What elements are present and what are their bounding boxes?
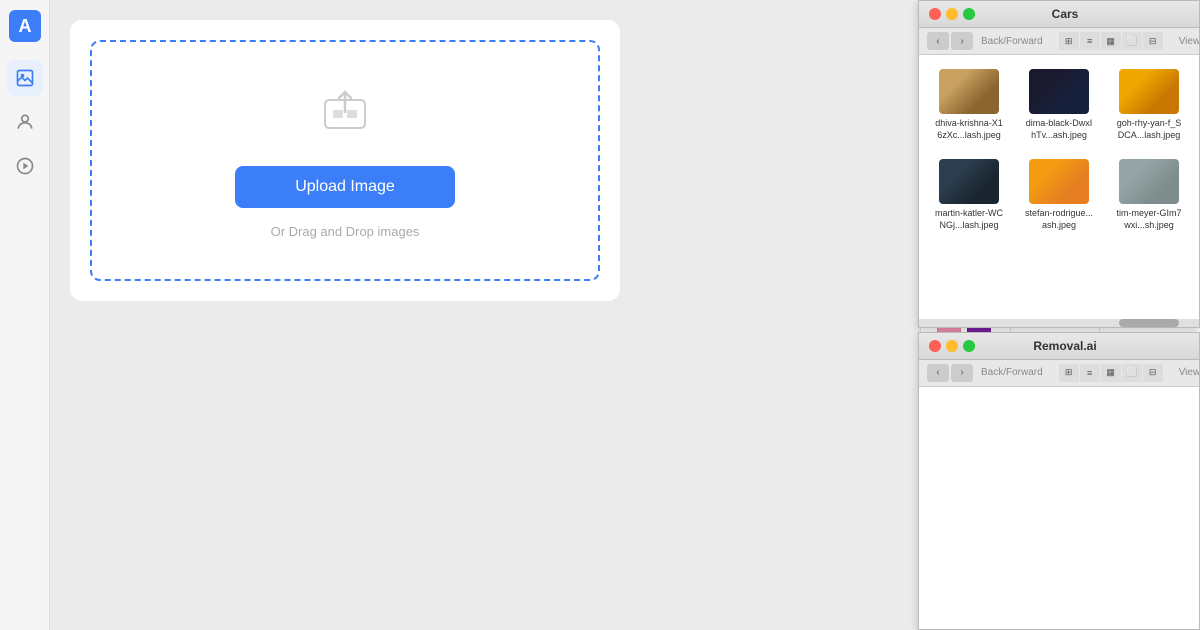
finder-toolbar-cars: ‹ › Back/Forward ⊞ ≡ ▦ ⬜ ⊟ View Group Ac…	[919, 28, 1199, 55]
finder-scrollbar-cars[interactable]	[919, 319, 1199, 327]
list-item[interactable]: martin-katler-WCNGj...lash.jpeg	[929, 155, 1009, 235]
finder-view-icon-cars[interactable]: ⊞	[1059, 32, 1079, 50]
svg-text:A: A	[18, 16, 31, 36]
upload-icon	[317, 82, 373, 150]
finder-view-cov-cars[interactable]: ⬜	[1122, 32, 1142, 50]
finder-window-cars: Cars ‹ › Back/Forward ⊞ ≡ ▦ ⬜ ⊟ View Gro…	[918, 0, 1200, 328]
app-logo[interactable]: A	[9, 10, 41, 42]
finder-title-removal: Removal.ai	[941, 339, 1189, 353]
file-name: stefan-rodrigue...ash.jpeg	[1024, 208, 1094, 231]
file-name: tim-meyer-GIm7wxi...sh.jpeg	[1114, 208, 1184, 231]
finder-content-removal	[919, 387, 1199, 629]
finder-nav-label-removal: Back/Forward	[981, 367, 1043, 378]
sidebar-item-images[interactable]	[7, 60, 43, 96]
finder-view-label-cars: View	[1179, 36, 1200, 47]
finder-title-cars: Cars	[941, 7, 1189, 21]
finder-view-label-removal: View	[1179, 367, 1200, 378]
sidebar-item-people[interactable]	[7, 104, 43, 140]
file-name: dima-black-DwxIhTv...ash.jpeg	[1024, 118, 1094, 141]
file-thumbnail	[1119, 69, 1179, 114]
list-item[interactable]: dima-black-DwxIhTv...ash.jpeg	[1019, 65, 1099, 145]
finder-forward-btn-removal[interactable]: ›	[951, 364, 973, 382]
list-item[interactable]: goh-rhy-yan-f_SDCA...lash.jpeg	[1109, 65, 1189, 145]
close-button-removal[interactable]	[929, 340, 941, 352]
file-grid-cars: dhiva-krishna-X16zXc...lash.jpeg dima-bl…	[929, 65, 1189, 236]
finder-titlebar-removal: Removal.ai	[919, 333, 1199, 360]
finder-view-list-removal[interactable]: ≡	[1080, 364, 1100, 382]
file-thumbnail	[1029, 159, 1089, 204]
finder-view-list-cars[interactable]: ≡	[1080, 32, 1100, 50]
upload-container: Upload Image Or Drag and Drop images	[70, 20, 620, 301]
drag-drop-text: Or Drag and Drop images	[271, 224, 420, 239]
finder-view-gal-removal[interactable]: ⊟	[1143, 364, 1163, 382]
file-name: martin-katler-WCNGj...lash.jpeg	[934, 208, 1004, 231]
file-name: goh-rhy-yan-f_SDCA...lash.jpeg	[1114, 118, 1184, 141]
finder-forward-btn-cars[interactable]: ›	[951, 32, 973, 50]
sidebar: A	[0, 0, 50, 630]
finder-windows: Cars ‹ › Back/Forward ⊞ ≡ ▦ ⬜ ⊟ View Gro…	[918, 0, 1200, 630]
finder-content-cars: dhiva-krishna-X16zXc...lash.jpeg dima-bl…	[919, 55, 1199, 319]
close-button-cars[interactable]	[929, 8, 941, 20]
finder-view-col-cars[interactable]: ▦	[1101, 32, 1121, 50]
finder-toolbar-removal: ‹ › Back/Forward ⊞ ≡ ▦ ⬜ ⊟ View Group Ac…	[919, 360, 1199, 387]
finder-view-cov-removal[interactable]: ⬜	[1122, 364, 1142, 382]
finder-nav-cars: ‹ ›	[927, 32, 973, 50]
finder-scrollbar-thumb-cars	[1119, 319, 1179, 327]
file-name: dhiva-krishna-X16zXc...lash.jpeg	[934, 118, 1004, 141]
sidebar-item-play[interactable]	[7, 148, 43, 184]
file-thumbnail	[1119, 159, 1179, 204]
main-area: Upload Image Or Drag and Drop images	[50, 0, 920, 630]
finder-view-gal-cars[interactable]: ⊟	[1143, 32, 1163, 50]
finder-view-icon-removal[interactable]: ⊞	[1059, 364, 1079, 382]
list-item[interactable]: stefan-rodrigue...ash.jpeg	[1019, 155, 1099, 235]
file-thumbnail	[1029, 69, 1089, 114]
list-item[interactable]: dhiva-krishna-X16zXc...lash.jpeg	[929, 65, 1009, 145]
finder-view-col-removal[interactable]: ▦	[1101, 364, 1121, 382]
upload-zone[interactable]: Upload Image Or Drag and Drop images	[90, 40, 600, 281]
finder-view-btns-cars: ⊞ ≡ ▦ ⬜ ⊟	[1059, 32, 1163, 50]
finder-titlebar-cars: Cars	[919, 1, 1199, 28]
file-thumbnail	[939, 159, 999, 204]
list-item[interactable]: tim-meyer-GIm7wxi...sh.jpeg	[1109, 155, 1189, 235]
finder-back-btn-removal[interactable]: ‹	[927, 364, 949, 382]
finder-back-btn-cars[interactable]: ‹	[927, 32, 949, 50]
finder-window-removal: Removal.ai ‹ › Back/Forward ⊞ ≡ ▦ ⬜ ⊟ Vi…	[918, 332, 1200, 630]
finder-nav-removal: ‹ ›	[927, 364, 973, 382]
finder-nav-label-cars: Back/Forward	[981, 36, 1043, 47]
upload-image-button[interactable]: Upload Image	[235, 166, 455, 208]
file-thumbnail	[939, 69, 999, 114]
finder-view-btns-removal: ⊞ ≡ ▦ ⬜ ⊟	[1059, 364, 1163, 382]
